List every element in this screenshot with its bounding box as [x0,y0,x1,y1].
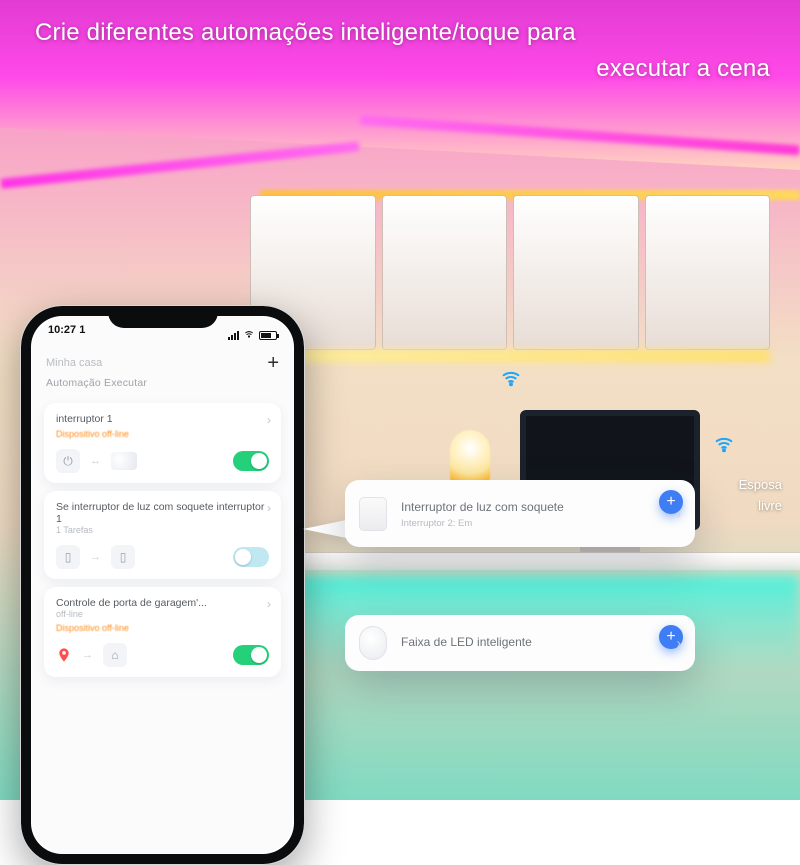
headline: Crie diferentes automações inteligente/t… [35,15,770,87]
socket-icon: ▯ [56,545,80,569]
app-title: Minha casa [46,357,102,369]
tabs-row[interactable]: Automação Executar [32,377,293,395]
offline-label: Dispositivo off-line [56,623,269,633]
offline-label: Dispositivo off-line [56,429,269,439]
popout-title: Interruptor de luz com soquete [401,500,677,514]
phone-mockup: 10:27 1 Minha casa + Automação Executar … [20,305,305,865]
socket-icon: ▯ [111,545,135,569]
desk [240,552,800,570]
battery-icon [259,331,277,340]
location-pin-icon [56,647,72,663]
toggle-interruptor-1[interactable] [233,451,269,471]
card-title: interruptor 1 [56,413,269,425]
switch-icon: ⏻ [56,449,80,473]
phone-screen: 10:27 1 Minha casa + Automação Executar … [32,317,293,853]
toggle-socket-switch[interactable] [233,547,269,567]
phone-notch [108,306,218,328]
app-header: Minha casa + [32,347,293,377]
led-cove-left [0,141,359,189]
tabs-label: Automação Executar [46,377,147,389]
headline-line-2: executar a cena [35,51,770,87]
callout-pointer [303,493,351,543]
garage-icon: ⌂ [103,643,127,667]
status-time: 10:27 1 [48,324,85,347]
side-labels: Esposa livre [739,475,782,517]
chevron-right-icon: › [267,413,271,427]
arrow-icon: → [90,551,101,563]
cabinets [250,195,770,350]
under-cabinet-led [250,350,770,362]
automation-card-garage[interactable]: Controle de porta de garagem'... › off-l… [44,587,281,677]
chevron-right-icon: › [267,501,271,515]
wifi-icon [500,366,522,388]
side-label-a: Esposa [739,475,782,496]
led-strip-icon [359,626,387,660]
add-button[interactable]: + [267,353,279,373]
popout-sub: Interruptor 2: Em [401,518,677,529]
chevron-right-icon: › [267,597,271,611]
wifi-status-icon [243,329,255,342]
popout-card-switch-socket[interactable]: + Interruptor de luz com soquete Interru… [345,480,695,547]
toggle-garage[interactable] [233,645,269,665]
card-sub: 1 Tarefas [56,525,269,535]
popout-title: Faixa de LED inteligente [401,635,677,649]
wifi-icon [713,432,735,454]
socket-switch-icon [359,497,387,531]
card-title: Se interruptor de luz com soquete interr… [56,501,269,525]
side-label-b: livre [739,496,782,517]
arrow-icon: → [82,649,93,661]
automation-card-socket-switch[interactable]: Se interruptor de luz com soquete interr… [44,491,281,579]
chevron-right-icon: › [677,636,681,651]
card-title: Controle de porta de garagem'... [56,597,269,609]
arrow-icon: ↔ [90,455,101,467]
card-sub: off-line [56,609,269,619]
automation-card-interruptor-1[interactable]: interruptor 1 › Dispositivo off-line ⏻ ↔ [44,403,281,483]
headline-line-1: Crie diferentes automações inteligente/t… [35,15,770,51]
popout-card-led-strip[interactable]: + Faixa de LED inteligente › [345,615,695,671]
signal-icon [228,331,239,340]
chevron-right-icon: › [677,506,681,521]
led-strip-icon [111,452,137,470]
